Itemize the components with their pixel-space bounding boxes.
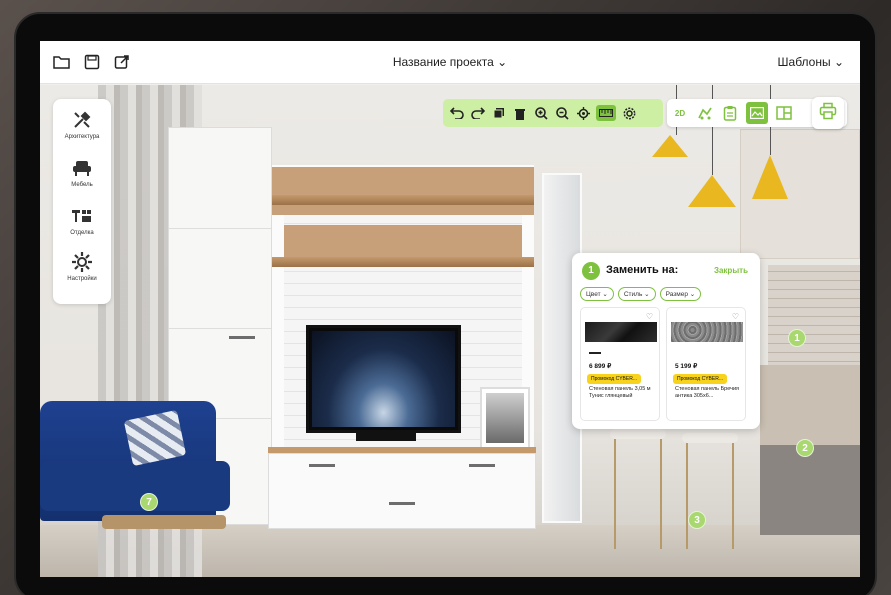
- zoom-out-icon[interactable]: [554, 105, 570, 121]
- product-image: [585, 322, 657, 342]
- sidebar-item-label: Мебель: [71, 182, 93, 188]
- coffee-table[interactable]: [102, 515, 226, 529]
- tv-cabinet[interactable]: [268, 453, 536, 529]
- product-price: 6 899 ₽: [589, 363, 612, 370]
- product-image: [671, 322, 743, 342]
- filter-label: Цвет: [586, 291, 601, 298]
- filter-style[interactable]: Стиль ⌄: [617, 287, 656, 301]
- stool-leg: [686, 443, 688, 549]
- armchair-icon: [71, 157, 93, 179]
- object-marker[interactable]: 3: [688, 511, 706, 529]
- product-card[interactable]: ♡ 5 199 ₽ Промокод CYBER... Стеновая пан…: [666, 307, 746, 421]
- sidebar-item-label: Отделка: [70, 230, 94, 236]
- tv-stand: [356, 433, 416, 441]
- close-link[interactable]: Закрыть: [714, 266, 748, 275]
- zoom-in-icon[interactable]: [533, 105, 549, 121]
- pendant-lamp[interactable]: [652, 135, 688, 157]
- filter-color[interactable]: Цвет ⌄: [580, 287, 614, 301]
- bar-stool[interactable]: [682, 433, 738, 443]
- catalog-sidebar: Архитектура Мебель Отделка Настройки: [53, 99, 111, 304]
- step-badge: 1: [582, 262, 600, 280]
- object-marker[interactable]: 1: [788, 329, 806, 347]
- bar-stool[interactable]: [610, 429, 666, 439]
- image-view-icon[interactable]: [746, 102, 768, 124]
- delete-icon[interactable]: [512, 105, 528, 121]
- product-name: Стеновая панель 3,05 м Тунис глянцевый: [589, 386, 651, 400]
- sidebar-item-furniture[interactable]: Мебель: [53, 157, 111, 188]
- product-price: 5 199 ₽: [675, 363, 698, 370]
- shelf-back-upper: [272, 167, 534, 215]
- stool-leg: [614, 439, 616, 549]
- tools-icon: [71, 109, 93, 131]
- kitchen-tiles: [768, 265, 860, 370]
- target-icon[interactable]: [575, 105, 591, 121]
- sidebar-item-architecture[interactable]: Архитектура: [53, 109, 111, 140]
- shelf-back-middle: [284, 225, 522, 259]
- app-screen: Название проекта ⌄ Шаблоны ⌄ 1 2 3 7 Арх…: [40, 41, 860, 577]
- replace-panel-title: Заменить на:: [606, 264, 679, 276]
- gear-icon: [71, 251, 93, 273]
- kitchen-lower-cabinet[interactable]: [760, 445, 860, 535]
- product-card[interactable]: ♡ 6 899 ₽ Промокод CYBER... Стеновая пан…: [580, 307, 660, 421]
- kitchen-counter[interactable]: [760, 365, 860, 445]
- product-name: Стеновая панель Бречия антика 305х6...: [675, 386, 740, 400]
- print-button[interactable]: [812, 97, 844, 129]
- filter-size[interactable]: Размер ⌄: [659, 287, 702, 301]
- templates-dropdown[interactable]: Шаблоны ⌄: [778, 55, 844, 69]
- tv[interactable]: [306, 325, 461, 433]
- templates-label: Шаблоны: [777, 55, 831, 69]
- project-title: Название проекта: [392, 55, 494, 69]
- stool-leg: [732, 443, 734, 549]
- copy-icon[interactable]: [491, 105, 507, 121]
- promo-badge: Промокод CYBER...: [673, 374, 727, 384]
- redo-icon[interactable]: [470, 105, 486, 121]
- pendant-lamp[interactable]: [688, 175, 736, 207]
- heart-icon[interactable]: ♡: [646, 312, 653, 321]
- sidebar-item-settings[interactable]: Настройки: [53, 251, 111, 282]
- floor-plan-icon[interactable]: [696, 104, 714, 122]
- pendant-lamp[interactable]: [752, 155, 788, 199]
- ruler-icon[interactable]: [596, 105, 616, 121]
- settings-icon[interactable]: [621, 105, 637, 121]
- shelf-upper[interactable]: [272, 195, 534, 205]
- replace-panel: 1 Заменить на: Закрыть Цвет ⌄ Стиль ⌄ Ра…: [572, 253, 760, 429]
- printer-icon: [819, 102, 837, 125]
- shelf-middle[interactable]: [272, 257, 534, 267]
- chevron-down-icon: ⌄: [833, 55, 844, 69]
- sidebar-item-finishing[interactable]: Отделка: [53, 205, 111, 236]
- sidebar-item-label: Архитектура: [64, 134, 100, 140]
- filter-label: Размер: [665, 291, 688, 298]
- photo-frame[interactable]: [480, 387, 530, 449]
- promo-badge: Промокод CYBER...: [587, 374, 641, 384]
- divider: [589, 352, 601, 354]
- project-title-dropdown[interactable]: Название проекта ⌄: [40, 55, 860, 69]
- finishing-icon: [71, 205, 93, 227]
- filter-label: Стиль: [623, 291, 643, 298]
- top-bar: Название проекта ⌄ Шаблоны ⌄: [40, 41, 860, 84]
- split-view-icon[interactable]: [775, 104, 793, 122]
- undo-icon[interactable]: [449, 105, 465, 121]
- chevron-down-icon: ⌄: [497, 55, 508, 69]
- clipboard-icon[interactable]: [721, 104, 739, 122]
- view-2d-button[interactable]: 2D: [671, 104, 689, 122]
- object-marker[interactable]: 7: [140, 493, 158, 511]
- sofa-seat: [40, 461, 230, 511]
- heart-icon[interactable]: ♡: [732, 312, 739, 321]
- object-marker[interactable]: 2: [796, 439, 814, 457]
- filter-row: Цвет ⌄ Стиль ⌄ Размер ⌄: [580, 287, 702, 301]
- sidebar-item-label: Настройки: [67, 276, 97, 282]
- stool-leg: [660, 439, 662, 549]
- edit-toolbar: [443, 99, 663, 127]
